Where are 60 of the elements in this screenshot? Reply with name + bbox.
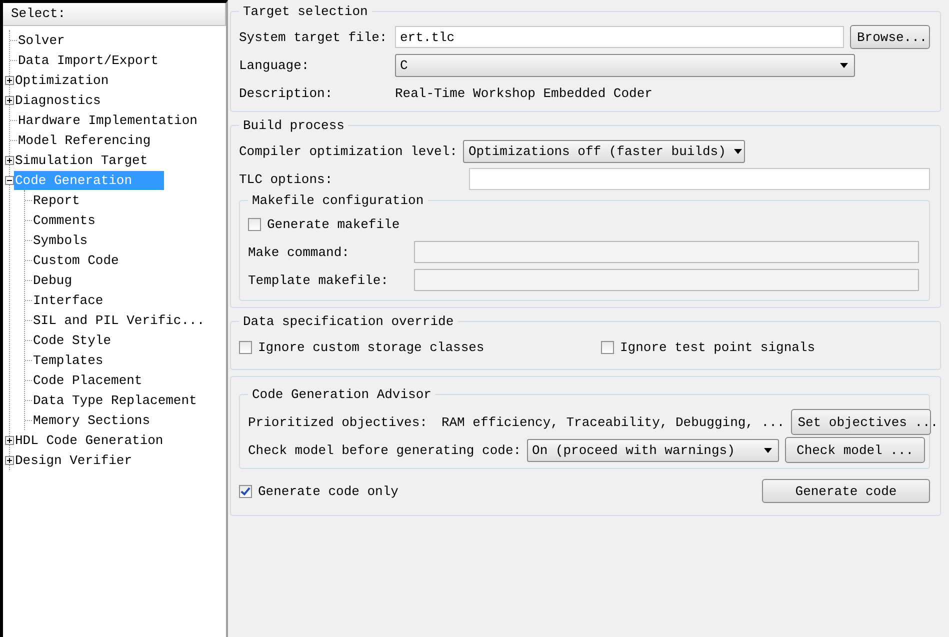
field-label: TLC options: (239, 172, 334, 186)
tree-item[interactable]: Simulation Target (14, 150, 149, 170)
tree-item[interactable]: Data Type Replacement (32, 390, 198, 410)
field-label: Template makefile: (248, 272, 390, 288)
dropdown[interactable]: C (395, 54, 855, 76)
expand-icon[interactable] (5, 456, 14, 464)
tree-item[interactable]: Comments (32, 210, 96, 230)
group-title: Data specification override (242, 314, 455, 329)
field-label: System target file: (239, 30, 388, 44)
objectives-text: RAM efficiency, Traceability, Debugging, ... (441, 414, 785, 430)
group-title: Target selection (242, 4, 369, 19)
tree-item[interactable]: HDL Code Generation (14, 430, 164, 450)
field-label: Description: (239, 86, 334, 100)
field-label: Compiler optimization level: (239, 144, 458, 158)
input-field[interactable]: ert.tlc (395, 26, 844, 48)
checkbox[interactable] (239, 340, 252, 354)
expand-icon[interactable] (5, 76, 14, 84)
checkbox-label: Generate makefile (267, 216, 400, 232)
field-label: Make command: (248, 244, 350, 260)
tree-item[interactable]: Symbols (32, 230, 89, 250)
field-label: Language: (239, 58, 310, 72)
description-text: Real-Time Workshop Embedded Coder (395, 86, 652, 100)
expand-icon[interactable] (5, 96, 14, 104)
checkbox[interactable] (239, 484, 252, 498)
check-model-button[interactable]: Check model ... (785, 437, 926, 463)
tree-item[interactable]: Code Placement (32, 370, 144, 390)
tree-item[interactable]: SIL and PIL Verific... (32, 310, 206, 330)
input-field[interactable] (469, 168, 930, 190)
tree-item[interactable]: Report (32, 190, 81, 210)
tree-item[interactable]: Diagnostics (14, 90, 102, 110)
generate-code-button[interactable]: Generate code (762, 479, 930, 503)
expand-icon[interactable] (5, 436, 14, 444)
tree-item[interactable]: Debug (32, 270, 74, 290)
dropdown[interactable]: On (proceed with warnings) (527, 438, 780, 462)
browse-button[interactable]: Browse... (850, 25, 930, 49)
checkbox[interactable] (248, 218, 261, 230)
tree-item[interactable]: Model Referencing (17, 130, 152, 150)
tree-item[interactable]: Interface (32, 290, 104, 310)
group-title: Code Generation Advisor (251, 387, 432, 402)
field-label: Check model before generating code: (248, 442, 522, 458)
tree-item[interactable]: Data Import/Export (17, 50, 160, 70)
tree-item[interactable]: Code Style (32, 330, 112, 350)
tree-item[interactable]: Custom Code (32, 250, 120, 270)
expand-icon[interactable] (5, 156, 14, 164)
tree-item[interactable]: Templates (32, 350, 104, 370)
tree-header: Select: (3, 3, 226, 26)
tree-item[interactable]: Memory Sections (32, 410, 152, 430)
dropdown[interactable]: Optimizations off (faster builds) (463, 140, 746, 162)
tree-item[interactable]: Hardware Implementation (17, 110, 198, 130)
tree-item[interactable]: Design Verifier (14, 450, 134, 470)
tree-item[interactable]: Optimization (14, 70, 110, 90)
group-title: Build process (242, 118, 346, 133)
checkbox-label: Ignore test point signals (620, 340, 816, 354)
group-title: Makefile configuration (251, 193, 425, 208)
tree-item[interactable]: Solver (17, 30, 66, 50)
checkbox[interactable] (601, 340, 614, 354)
collapse-icon[interactable] (5, 176, 14, 184)
checkbox-label: Generate code only (258, 484, 398, 498)
checkbox-label: Ignore custom storage classes (258, 340, 484, 354)
field-label: Prioritized objectives: (248, 414, 428, 430)
